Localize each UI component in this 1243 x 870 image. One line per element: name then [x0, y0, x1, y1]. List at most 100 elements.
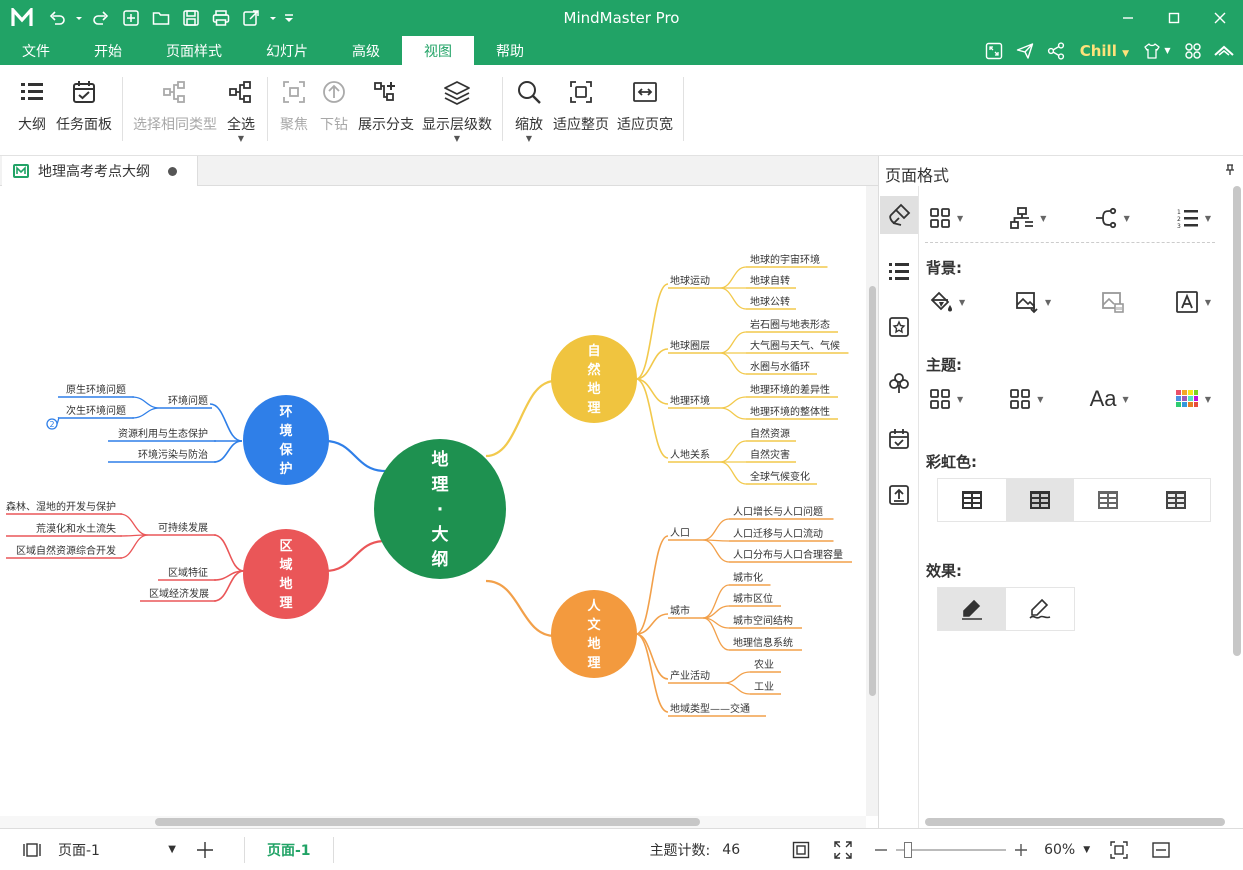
focus-button[interactable]: 聚焦: [278, 65, 310, 134]
send-icon[interactable]: [1012, 38, 1039, 64]
select-same-type-button[interactable]: 选择相同类型: [133, 65, 217, 134]
layout-grid-button[interactable]: ▼: [929, 207, 963, 229]
theme-selector[interactable]: Chill ▼: [1074, 42, 1135, 60]
pin-icon[interactable]: [1225, 164, 1235, 180]
zoom-dropdown-icon[interactable]: ▼: [1083, 845, 1090, 855]
background-image-button[interactable]: ▼: [1015, 290, 1051, 314]
rainbow-option-1[interactable]: [938, 479, 1006, 521]
text-watermark-button[interactable]: ▼: [1175, 290, 1211, 314]
zoom-slider[interactable]: [896, 841, 1007, 858]
redo-icon[interactable]: [88, 5, 114, 31]
mindmap-svg[interactable]: 地球运动 地球的宇宙环境地球自转地球公转地球圈层 岩石圈与地表形态大气圈与天气、气候…: [0, 186, 866, 816]
outline-button[interactable]: 大纲: [16, 65, 48, 134]
effects-options: [937, 587, 1075, 631]
upload-icon: [889, 485, 909, 505]
vertical-scroll-thumb[interactable]: [869, 286, 876, 696]
export-tab[interactable]: [880, 476, 918, 514]
apps-grid-icon[interactable]: [1179, 38, 1206, 64]
save-icon[interactable]: [178, 5, 204, 31]
connector-style-button[interactable]: ▼: [1094, 207, 1130, 229]
clipart-tab[interactable]: [880, 308, 918, 346]
zoom-slider-knob[interactable]: [904, 841, 913, 858]
zoom-button[interactable]: 缩放 ▼: [513, 65, 545, 143]
maximize-icon[interactable]: [1151, 0, 1197, 36]
unsaved-dot-icon[interactable]: [168, 166, 177, 176]
panel-horizontal-scrollbar[interactable]: [925, 818, 1225, 826]
close-icon[interactable]: [1197, 0, 1243, 36]
outline-list-tab[interactable]: [880, 252, 918, 290]
document-tab[interactable]: 地理高考考点大纲: [2, 156, 198, 186]
page-panel-toggle-icon[interactable]: [22, 842, 42, 858]
add-page-icon[interactable]: [196, 841, 214, 859]
fit-page-button[interactable]: 适应整页: [553, 65, 609, 134]
rainbow-header: 彩虹色:: [926, 453, 977, 471]
tab-slides[interactable]: 幻灯片: [244, 36, 330, 65]
fullscreen-icon[interactable]: [981, 38, 1008, 64]
fit-page-icon[interactable]: [792, 841, 810, 859]
tab-advanced[interactable]: 高级: [330, 36, 402, 65]
task-panel-button[interactable]: 任务面板: [56, 65, 112, 134]
new-icon[interactable]: [118, 5, 144, 31]
zoom-level[interactable]: 60%: [1044, 842, 1075, 858]
task-tab[interactable]: [880, 420, 918, 458]
export-dropdown-icon[interactable]: [268, 5, 278, 31]
minimize-icon[interactable]: [1105, 0, 1151, 36]
fit-width-button[interactable]: 适应页宽: [617, 65, 673, 134]
canvas-vertical-scrollbar[interactable]: [866, 186, 878, 816]
show-levels-button[interactable]: 显示层级数 ▼: [422, 65, 492, 143]
central-topic-char: ·: [437, 500, 443, 520]
natural-leaf-label: 地球公转: [750, 295, 790, 308]
central-topic-char: 纲: [432, 549, 449, 570]
zoom-in-icon[interactable]: [1014, 843, 1028, 857]
tab-view[interactable]: 视图: [402, 36, 474, 65]
page-tab[interactable]: 页面-1: [244, 836, 334, 863]
page-format-tab[interactable]: [880, 196, 918, 234]
star-frame-icon: [889, 317, 909, 337]
drill-down-button[interactable]: 下钻: [318, 65, 350, 134]
human-leaf-label: 工业: [754, 681, 774, 693]
tshirt-icon[interactable]: ▼: [1139, 38, 1175, 64]
zoom-dropdown-icon[interactable]: ▼: [526, 135, 532, 143]
natural-branch-label: 地理环境: [670, 394, 710, 407]
rainbow-option-4[interactable]: [1142, 479, 1210, 521]
customize-toolbar-icon[interactable]: [282, 5, 296, 31]
tab-start[interactable]: 开始: [72, 36, 144, 65]
collapse-ribbon-icon[interactable]: [1210, 38, 1237, 64]
mindmap-canvas[interactable]: 地球运动 地球的宇宙环境 地球自转 地球公转 地球圈层 岩石圈与地表形态 大气圈与天气、气候…: [0, 186, 866, 816]
rainbow-option-3[interactable]: [1074, 479, 1142, 521]
canvas-horizontal-scrollbar[interactable]: [0, 816, 866, 828]
fill-color-button[interactable]: ▼: [929, 290, 965, 314]
zoom-out-icon[interactable]: [874, 843, 888, 857]
panel-scrollbar[interactable]: [1233, 186, 1241, 656]
theme-color-button[interactable]: ▼: [1175, 388, 1211, 410]
fullscreen-icon[interactable]: [834, 840, 852, 859]
horizontal-scroll-thumb[interactable]: [155, 818, 700, 826]
theme-style-button[interactable]: ▼: [1009, 388, 1043, 410]
theme-clover-tab[interactable]: [880, 364, 918, 402]
page-dropdown[interactable]: 页面-1 ▼: [52, 837, 182, 863]
numbering-button[interactable]: 1 2 3 ▼: [1177, 207, 1211, 229]
open-folder-icon[interactable]: [148, 5, 174, 31]
layers-icon: [441, 76, 473, 108]
fit-width-icon[interactable]: [1152, 841, 1170, 859]
undo-dropdown-icon[interactable]: [74, 5, 84, 31]
show-branch-button[interactable]: 展示分支: [358, 65, 414, 134]
tab-file[interactable]: 文件: [0, 36, 72, 65]
share-icon[interactable]: [1043, 38, 1070, 64]
print-icon[interactable]: [208, 5, 234, 31]
rainbow-option-2[interactable]: [1006, 479, 1074, 521]
fit-screen-icon[interactable]: [1110, 840, 1128, 859]
undo-icon[interactable]: [44, 5, 70, 31]
remove-background-button[interactable]: [1101, 290, 1125, 314]
theme-font-button[interactable]: Aa ▼: [1090, 386, 1129, 412]
tab-page-style[interactable]: 页面样式: [144, 36, 244, 65]
effect-normal-option[interactable]: [938, 588, 1006, 630]
show-levels-dropdown-icon[interactable]: ▼: [454, 135, 460, 143]
theme-layout-button[interactable]: ▼: [929, 388, 963, 410]
select-all-dropdown-icon[interactable]: ▼: [238, 135, 244, 143]
select-all-button[interactable]: 全选 ▼: [225, 65, 257, 143]
tab-help[interactable]: 帮助: [474, 36, 546, 65]
tree-structure-button[interactable]: ▼: [1010, 207, 1046, 229]
effect-handdrawn-option[interactable]: [1006, 588, 1074, 630]
export-icon[interactable]: [238, 5, 264, 31]
